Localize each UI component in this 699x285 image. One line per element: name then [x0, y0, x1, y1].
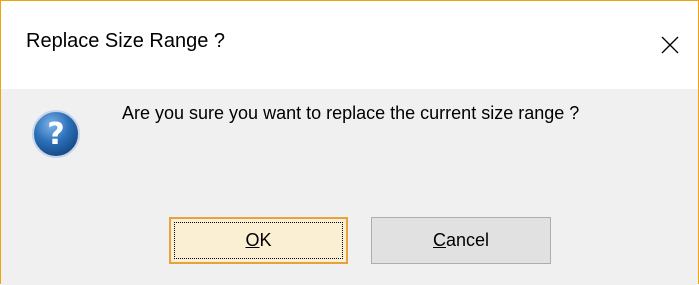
svg-text:?: ?	[47, 117, 64, 152]
confirm-dialog: Replace Size Range ? ? Are you sure you …	[0, 0, 699, 285]
question-icon: ?	[31, 109, 81, 159]
dialog-title: Replace Size Range ?	[26, 30, 226, 52]
cancel-button[interactable]: Cancel	[371, 217, 551, 264]
ok-button[interactable]: OK	[169, 217, 348, 264]
close-button[interactable]	[642, 1, 698, 89]
cancel-button-label: Cancel	[432, 230, 490, 250]
confirm-message: Are you sure you want to replace the cur…	[122, 103, 580, 123]
dialog-body: ? Are you sure you want to replace the c…	[1, 89, 698, 285]
close-icon	[661, 36, 679, 54]
title-bar[interactable]: Replace Size Range ?	[1, 1, 698, 89]
ok-button-label: OK	[245, 230, 272, 250]
